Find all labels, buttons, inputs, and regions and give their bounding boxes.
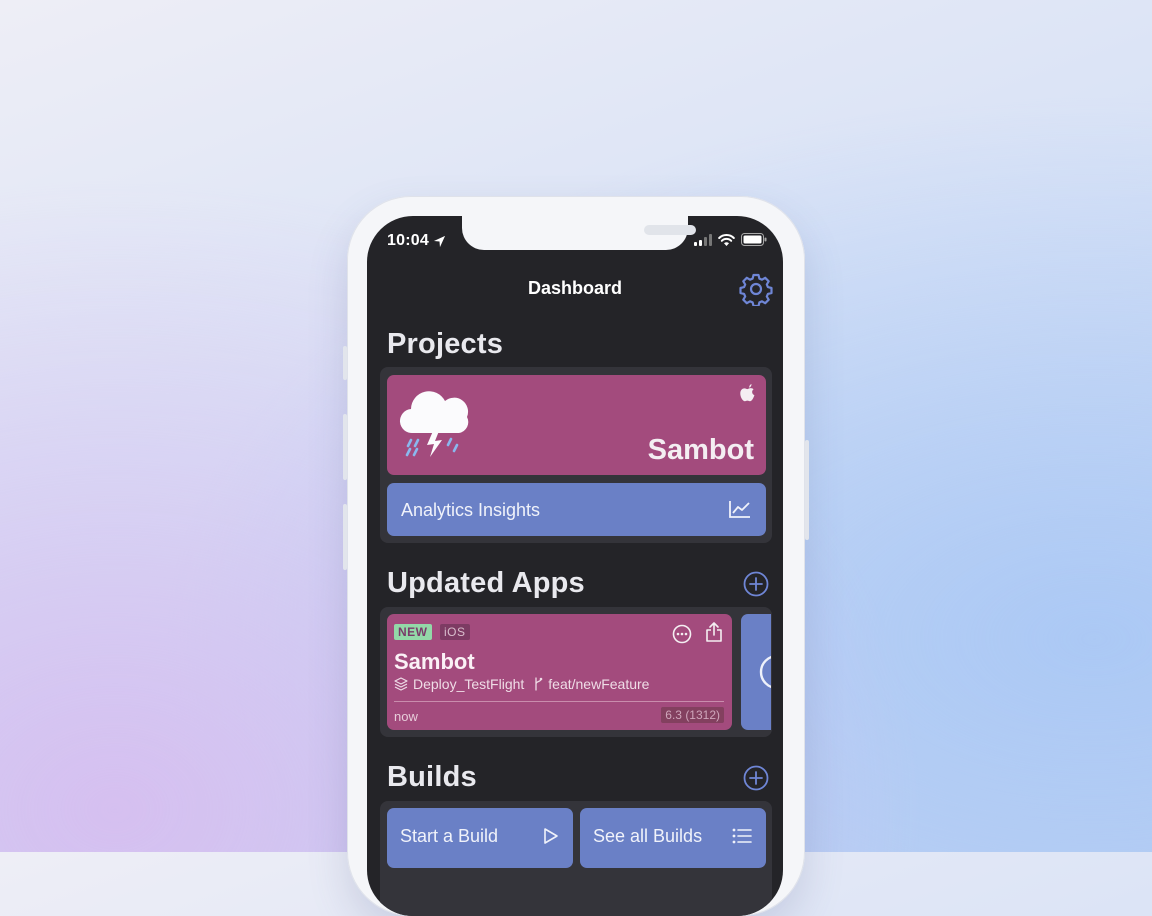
app-name: Sambot xyxy=(394,649,475,674)
analytics-insights-label: Analytics Insights xyxy=(401,500,541,520)
updated-time: now xyxy=(394,709,418,724)
next-card-icon xyxy=(759,655,771,689)
share-icon[interactable] xyxy=(705,621,723,643)
cellular-signal-icon xyxy=(694,233,712,246)
notch xyxy=(462,216,696,250)
status-bar-time: 10:04 xyxy=(387,232,446,250)
line-chart-icon xyxy=(729,501,750,518)
list-icon xyxy=(732,828,752,844)
project-card-sambot[interactable]: Sambot xyxy=(387,375,766,475)
volume-down-button xyxy=(343,504,347,570)
see-all-builds-button[interactable]: See all Builds xyxy=(580,808,766,868)
add-app-button[interactable] xyxy=(743,571,769,597)
wifi-icon xyxy=(718,233,735,246)
phone-screen: 10:04 Dashboard Projects Sambot Analytic… xyxy=(367,216,783,916)
workflow-name: Deploy_TestFlight xyxy=(413,676,525,692)
play-icon xyxy=(544,828,558,844)
power-button xyxy=(805,440,809,540)
battery-icon xyxy=(741,233,767,246)
branch-name: feat/newFeature xyxy=(548,676,650,692)
card-divider xyxy=(394,701,724,702)
projects-heading: Projects xyxy=(387,328,504,360)
apple-logo-icon xyxy=(740,384,755,402)
see-all-builds-label: See all Builds xyxy=(593,826,703,846)
project-name: Sambot xyxy=(647,434,754,466)
add-build-button[interactable] xyxy=(743,765,769,791)
version-chip: 6.3 (1312) xyxy=(661,707,724,723)
build-meta-row: Deploy_TestFlight feat/newFeature xyxy=(394,676,649,692)
volume-up-button xyxy=(343,414,347,480)
start-build-label: Start a Build xyxy=(400,826,499,846)
start-build-button[interactable]: Start a Build xyxy=(387,808,573,868)
updated-apps-heading: Updated Apps xyxy=(387,567,585,599)
speaker-grille xyxy=(644,225,696,235)
analytics-insights-button[interactable]: Analytics Insights xyxy=(387,483,766,536)
status-bar-indicators xyxy=(694,233,767,246)
clock-label: 10:04 xyxy=(387,232,429,249)
next-app-card-peek[interactable] xyxy=(741,614,771,730)
location-arrow-icon xyxy=(433,235,445,247)
layers-icon xyxy=(394,677,408,691)
mute-switch xyxy=(343,346,347,380)
page-title: Dashboard xyxy=(527,278,623,298)
updated-app-card-sambot[interactable]: NEW iOS Sambot Deploy_TestFlight feat/ne xyxy=(387,614,732,730)
git-branch-icon xyxy=(535,677,543,691)
platform-badge: iOS xyxy=(440,624,470,640)
storm-cloud-icon xyxy=(399,391,469,457)
new-badge: NEW xyxy=(394,624,432,640)
gear-icon[interactable] xyxy=(739,272,773,306)
builds-heading: Builds xyxy=(387,761,477,793)
ellipsis-circle-icon[interactable] xyxy=(672,624,692,644)
